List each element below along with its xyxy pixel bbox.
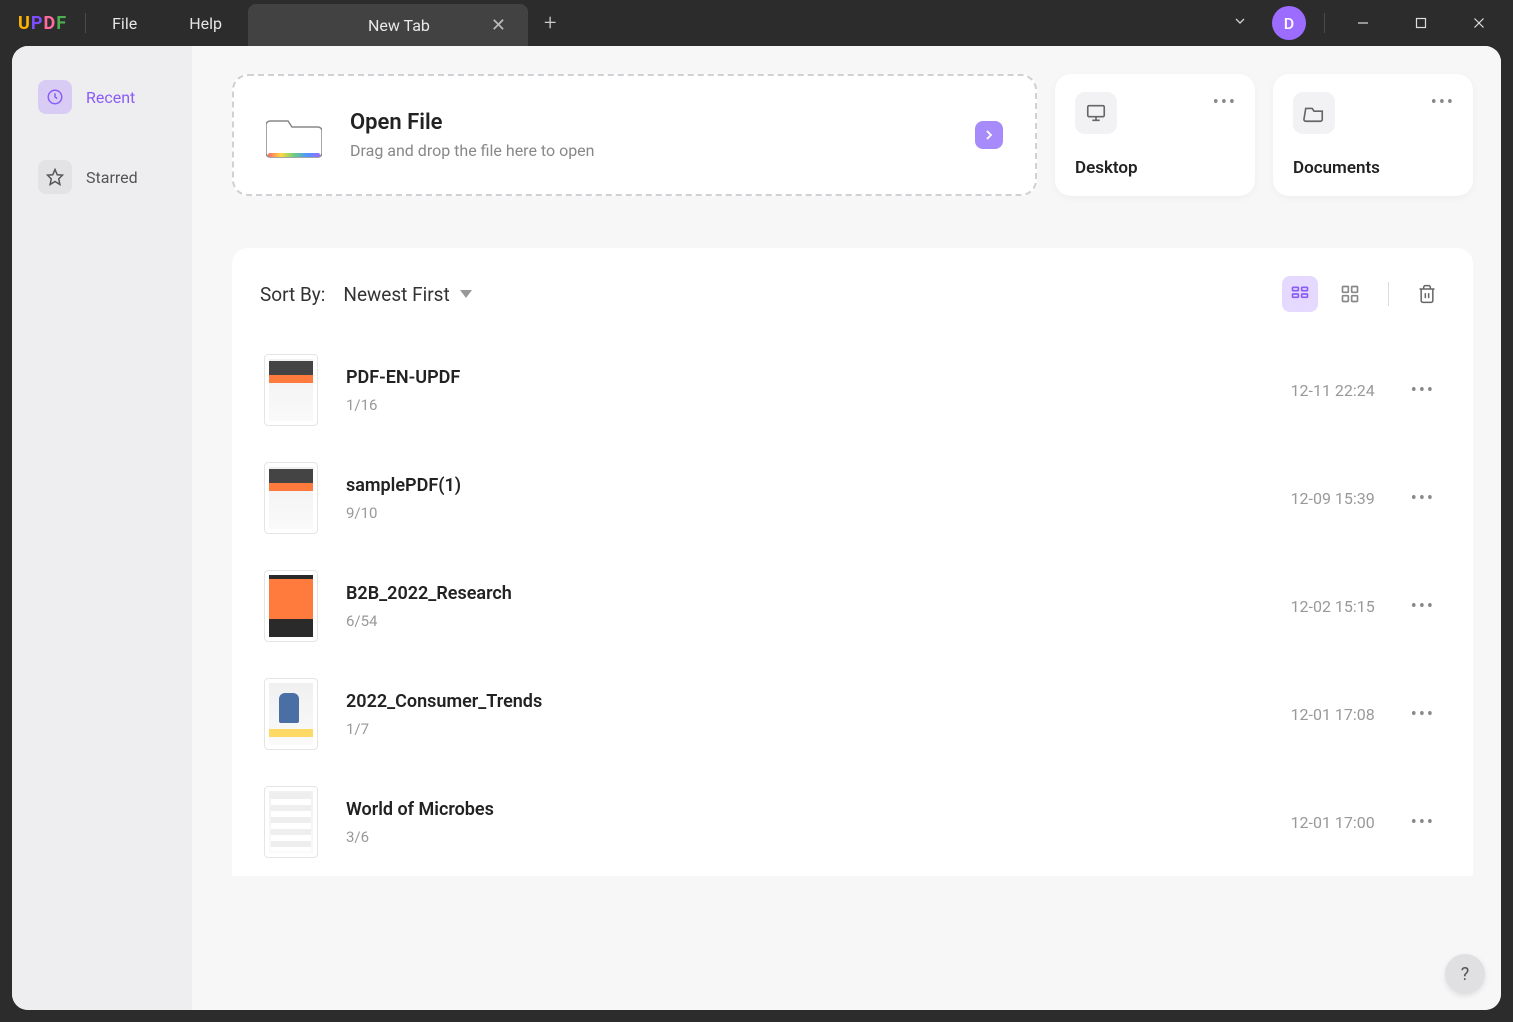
- more-icon[interactable]: •••: [1213, 92, 1237, 113]
- file-date: 12-11 22:24: [1291, 381, 1375, 400]
- sort-value-text: Newest First: [343, 283, 449, 306]
- file-row[interactable]: World of Microbes 3/612-01 17:00 •••: [260, 768, 1445, 876]
- desktop-icon: [1075, 92, 1117, 134]
- more-icon[interactable]: •••: [1405, 590, 1441, 623]
- file-name: B2B_2022_Research: [346, 583, 1291, 604]
- sidebar-item-starred[interactable]: Starred: [26, 150, 178, 204]
- file-pages: 3/6: [346, 828, 1291, 846]
- list-view-button[interactable]: [1282, 276, 1318, 312]
- more-icon[interactable]: •••: [1431, 92, 1455, 113]
- folder-icon: [266, 111, 322, 159]
- star-icon: [38, 160, 72, 194]
- file-row[interactable]: samplePDF(1) 9/1012-09 15:39 •••: [260, 444, 1445, 552]
- file-thumbnail: [264, 786, 318, 858]
- file-row[interactable]: 2022_Consumer_Trends 1/712-01 17:08 •••: [260, 660, 1445, 768]
- avatar[interactable]: D: [1272, 6, 1306, 40]
- help-button[interactable]: ?: [1445, 954, 1485, 994]
- file-thumbnail: [264, 570, 318, 642]
- sidebar-item-recent[interactable]: Recent: [26, 70, 178, 124]
- menu-help[interactable]: Help: [163, 14, 248, 33]
- sort-dropdown[interactable]: Newest First: [343, 283, 471, 306]
- sort-label: Sort By:: [260, 283, 325, 306]
- file-date: 12-09 15:39: [1291, 489, 1375, 508]
- main-panel: Open File Drag and drop the file here to…: [192, 46, 1501, 1010]
- location-documents[interactable]: ••• Documents: [1273, 74, 1473, 196]
- trash-button[interactable]: [1409, 276, 1445, 312]
- open-file-card[interactable]: Open File Drag and drop the file here to…: [232, 74, 1037, 196]
- file-thumbnail: [264, 678, 318, 750]
- menu-file[interactable]: File: [86, 14, 163, 33]
- titlebar: UPDF File Help New Tab ✕ + D: [0, 0, 1513, 46]
- location-label: Desktop: [1075, 158, 1235, 178]
- file-name: samplePDF(1): [346, 475, 1291, 496]
- file-date: 12-02 15:15: [1291, 597, 1375, 616]
- file-date: 12-01 17:00: [1291, 813, 1375, 832]
- file-list: Sort By: Newest First: [232, 248, 1473, 876]
- open-file-subtitle: Drag and drop the file here to open: [350, 141, 947, 160]
- file-name: World of Microbes: [346, 799, 1291, 820]
- file-name: PDF-EN-UPDF: [346, 367, 1291, 388]
- file-date: 12-01 17:08: [1291, 705, 1375, 724]
- app-logo: UPDF: [18, 13, 67, 34]
- location-label: Documents: [1293, 158, 1453, 178]
- chevron-right-icon: [975, 121, 1003, 149]
- file-thumbnail: [264, 462, 318, 534]
- more-icon[interactable]: •••: [1405, 698, 1441, 731]
- open-file-title: Open File: [350, 110, 947, 135]
- sidebar-item-label: Recent: [86, 88, 135, 107]
- chevron-down-icon[interactable]: [1226, 13, 1254, 33]
- new-tab-button[interactable]: +: [528, 11, 572, 36]
- maximize-button[interactable]: [1401, 7, 1441, 39]
- grid-view-button[interactable]: [1332, 276, 1368, 312]
- sidebar: Recent Starred: [12, 46, 192, 1010]
- file-row[interactable]: B2B_2022_Research 6/5412-02 15:15 •••: [260, 552, 1445, 660]
- tab-title: New Tab: [368, 16, 430, 35]
- location-desktop[interactable]: ••• Desktop: [1055, 74, 1255, 196]
- more-icon[interactable]: •••: [1405, 482, 1441, 515]
- folder-icon: [1293, 92, 1335, 134]
- close-window-button[interactable]: [1459, 7, 1499, 39]
- file-name: 2022_Consumer_Trends: [346, 691, 1291, 712]
- file-pages: 6/54: [346, 612, 1291, 630]
- tab-new[interactable]: New Tab ✕: [248, 4, 528, 46]
- triangle-down-icon: [460, 290, 472, 298]
- file-pages: 1/16: [346, 396, 1291, 414]
- divider: [1324, 13, 1325, 33]
- close-icon[interactable]: ✕: [487, 11, 510, 40]
- clock-icon: [38, 80, 72, 114]
- divider: [1388, 282, 1389, 306]
- minimize-button[interactable]: [1343, 7, 1383, 39]
- sidebar-item-label: Starred: [86, 168, 138, 187]
- more-icon[interactable]: •••: [1405, 806, 1441, 839]
- file-thumbnail: [264, 354, 318, 426]
- more-icon[interactable]: •••: [1405, 374, 1441, 407]
- file-pages: 9/10: [346, 504, 1291, 522]
- file-pages: 1/7: [346, 720, 1291, 738]
- file-row[interactable]: PDF-EN-UPDF 1/1612-11 22:24 •••: [260, 336, 1445, 444]
